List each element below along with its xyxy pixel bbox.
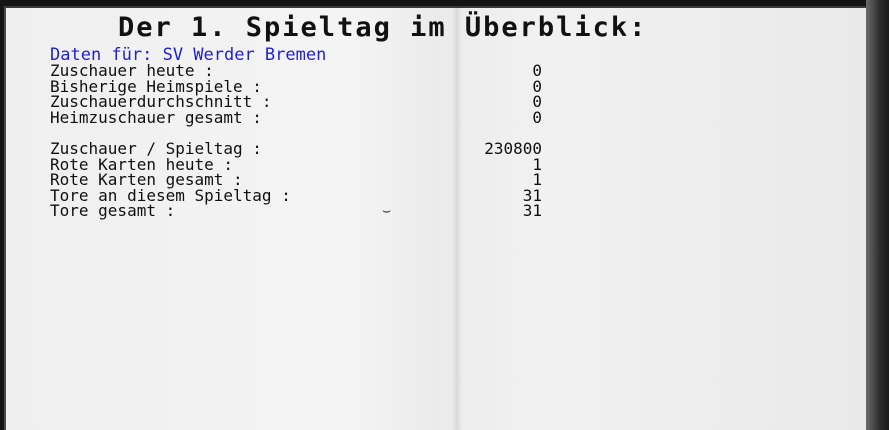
stat-value: 31 [522,201,542,221]
stats-group-home: Zuschauer heute : 0 Bisherige Heimspiele… [50,63,542,125]
stat-row: Tore gesamt : 31 [50,203,542,219]
stat-label: Heimzuschauer gesamt : [50,107,262,127]
mouse-cursor-icon: ⌣ [382,203,392,219]
screen-right-edge [866,0,889,430]
stat-value: 0 [532,107,542,127]
stats-group-matchday: Zuschauer / Spieltag : 230800 Rote Karte… [50,141,542,219]
stat-row: Heimzuschauer gesamt : 0 [50,107,542,127]
game-screen: Der 1. Spieltag im Überblick: Daten für:… [0,0,889,430]
stat-label: Tore gesamt : [50,201,176,221]
page-title: Der 1. Spieltag im Überblick: [118,12,648,43]
